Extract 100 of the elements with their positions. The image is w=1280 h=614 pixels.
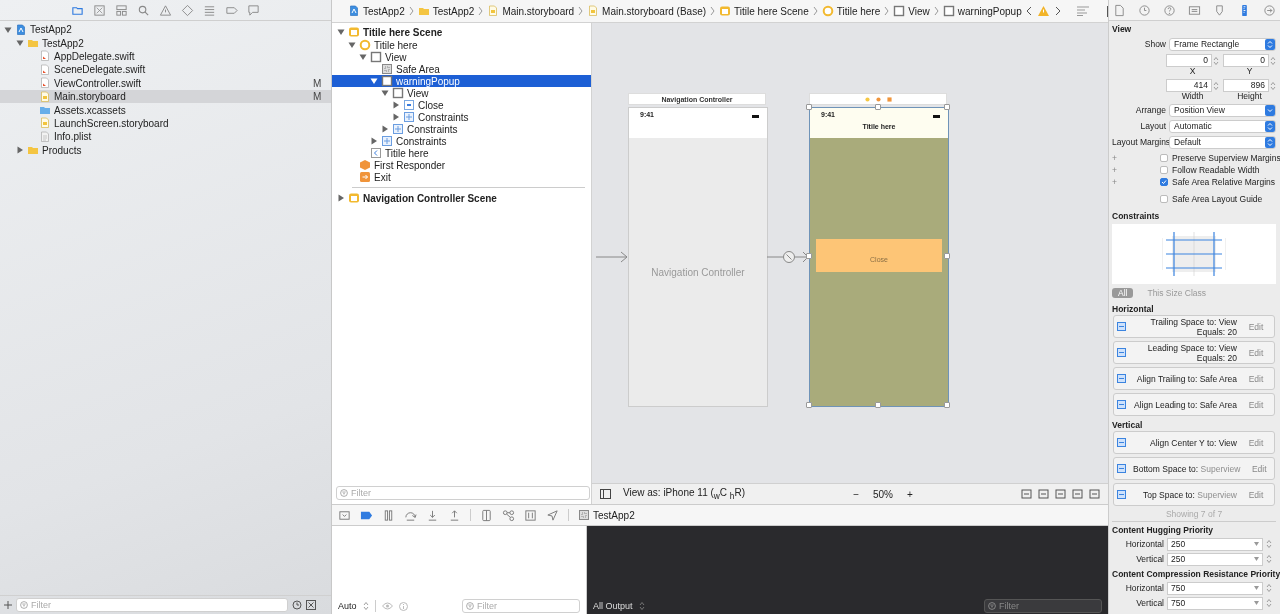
navigator-item[interactable]: TestApp2 <box>0 23 331 37</box>
info-icon[interactable] <box>398 601 408 611</box>
diamond-icon[interactable] <box>181 3 194 17</box>
resize-handle[interactable] <box>806 253 812 259</box>
outline-item[interactable]: Safe Area <box>332 63 591 75</box>
outline-item[interactable]: Constraints <box>332 135 591 147</box>
breadcrumb[interactable]: Titile here <box>836 5 881 17</box>
disclosure-triangle[interactable] <box>370 77 378 85</box>
shield-icon[interactable] <box>1213 3 1226 17</box>
checkbox[interactable] <box>1160 166 1168 174</box>
number-field[interactable]: 0 <box>1166 54 1212 67</box>
id-card-icon[interactable] <box>1188 3 1201 17</box>
breadcrumb[interactable]: Main.storyboard (Base) <box>602 5 707 17</box>
breadcrumb[interactable]: View <box>908 5 930 17</box>
disclosure-triangle[interactable] <box>16 39 24 48</box>
help-icon[interactable] <box>1163 3 1176 17</box>
lines-icon[interactable] <box>1076 6 1089 16</box>
disclosure-triangle[interactable] <box>392 113 400 121</box>
outline-item[interactable]: warningPopup <box>332 75 591 87</box>
breadcrumb[interactable]: Main.storyboard <box>502 5 575 17</box>
resize-handle[interactable] <box>875 104 881 110</box>
stepper-icon[interactable] <box>1266 539 1272 549</box>
stepper-icon[interactable] <box>1213 55 1219 66</box>
arrow-circle-icon[interactable] <box>1263 3 1276 17</box>
breadcrumb[interactable]: Titile here Scene <box>734 5 809 17</box>
x-square-icon[interactable] <box>306 600 316 610</box>
navigator-item[interactable]: SceneDelegate.swift <box>0 63 331 77</box>
sidebar-icon[interactable] <box>600 489 611 499</box>
outline-item[interactable]: Titile here <box>332 147 591 159</box>
speech-bubble-icon[interactable] <box>247 3 260 17</box>
output-popup[interactable]: All Output <box>593 601 633 611</box>
navigator-item[interactable]: Products <box>0 143 331 157</box>
number-field[interactable]: 896 <box>1223 79 1269 92</box>
clock-icon[interactable] <box>292 600 302 610</box>
disclosure-triangle[interactable] <box>381 89 389 97</box>
step-out-icon[interactable] <box>448 508 461 522</box>
navigator-item[interactable]: Main.storyboard M <box>0 89 331 104</box>
disclosure-triangle[interactable] <box>4 25 12 34</box>
outline-item[interactable]: Constraints <box>332 111 591 123</box>
stepper-icon[interactable] <box>1266 554 1272 564</box>
popup-button[interactable]: Frame Rectangle <box>1169 37 1276 51</box>
zoom-out-button[interactable]: − <box>853 488 859 500</box>
stepper-icon[interactable] <box>362 601 369 611</box>
outline-item[interactable]: Constraints <box>332 123 591 135</box>
eye-icon[interactable] <box>381 602 393 610</box>
scope-popup[interactable]: Auto <box>338 601 357 611</box>
stepper-icon[interactable] <box>1213 80 1219 91</box>
search-icon[interactable] <box>137 3 150 17</box>
popup-button[interactable]: Position View <box>1169 103 1276 117</box>
graph-icon[interactable] <box>502 508 515 522</box>
navigator-item[interactable]: TestApp2 <box>0 36 331 50</box>
resize-handle[interactable] <box>875 402 881 408</box>
forward-icon[interactable] <box>1054 6 1061 16</box>
warning-icon[interactable] <box>1037 6 1049 16</box>
location-arrow-icon[interactable] <box>546 508 559 522</box>
pause-icon[interactable] <box>382 508 395 522</box>
breadcrumb[interactable]: TestApp2 <box>432 5 475 17</box>
stepper-icon[interactable] <box>638 601 645 611</box>
disclosure-triangle[interactable] <box>370 137 378 145</box>
outline-item[interactable]: View <box>332 51 591 63</box>
outline-item[interactable]: Titile here Scene <box>332 25 591 39</box>
outline-item[interactable]: Exit <box>332 171 591 183</box>
resize-handle[interactable] <box>944 104 950 110</box>
step-into-icon[interactable] <box>426 508 439 522</box>
priority-combo-box[interactable]: 250 <box>1167 552 1263 566</box>
priority-combo-box[interactable]: 250 <box>1167 537 1263 551</box>
navigator-item[interactable]: LaunchScreen.storyboard <box>0 116 331 131</box>
checkbox[interactable] <box>1160 178 1168 186</box>
hierarchy-icon[interactable] <box>115 3 128 17</box>
checkbox[interactable] <box>1160 195 1168 203</box>
navigator-item[interactable]: Info.plist <box>0 130 331 144</box>
outline-item[interactable]: Titile here <box>332 39 591 51</box>
disclosure-triangle[interactable] <box>359 53 367 61</box>
outline-item[interactable]: Navigation Controller Scene <box>332 191 591 205</box>
layers-icon[interactable] <box>480 508 493 522</box>
document-icon[interactable] <box>1113 3 1126 17</box>
add-icon[interactable] <box>4 601 12 609</box>
disclosure-triangle[interactable] <box>348 41 356 49</box>
hide-panel-icon[interactable] <box>338 508 351 522</box>
resize-handle[interactable] <box>806 104 812 110</box>
stepper-icon[interactable] <box>1266 598 1272 608</box>
priority-combo-box[interactable]: 750 <box>1167 596 1263 610</box>
breadcrumb[interactable]: warningPopup <box>957 5 1022 17</box>
stepper-icon[interactable] <box>1270 55 1276 66</box>
number-field[interactable]: 0 <box>1223 54 1269 67</box>
navigator-item[interactable]: AppDelegate.swift <box>0 49 331 64</box>
resize-handle[interactable] <box>944 253 950 259</box>
back-icon[interactable] <box>1025 6 1032 16</box>
outline-item[interactable]: View <box>332 87 591 99</box>
outline-item[interactable]: First Responder <box>332 159 591 171</box>
checkbox[interactable] <box>1160 154 1168 162</box>
priority-combo-box[interactable]: 750 <box>1167 581 1263 595</box>
disclosure-triangle[interactable] <box>16 146 24 155</box>
popup-button[interactable]: Automatic <box>1169 119 1276 133</box>
zoom-in-button[interactable]: + <box>907 488 913 500</box>
list-icon[interactable] <box>203 3 216 17</box>
navigator-item[interactable]: Assets.xcassets <box>0 103 331 117</box>
disclosure-triangle[interactable] <box>392 101 400 109</box>
popup-button[interactable]: Default <box>1169 135 1276 149</box>
resize-handle[interactable] <box>806 402 812 408</box>
